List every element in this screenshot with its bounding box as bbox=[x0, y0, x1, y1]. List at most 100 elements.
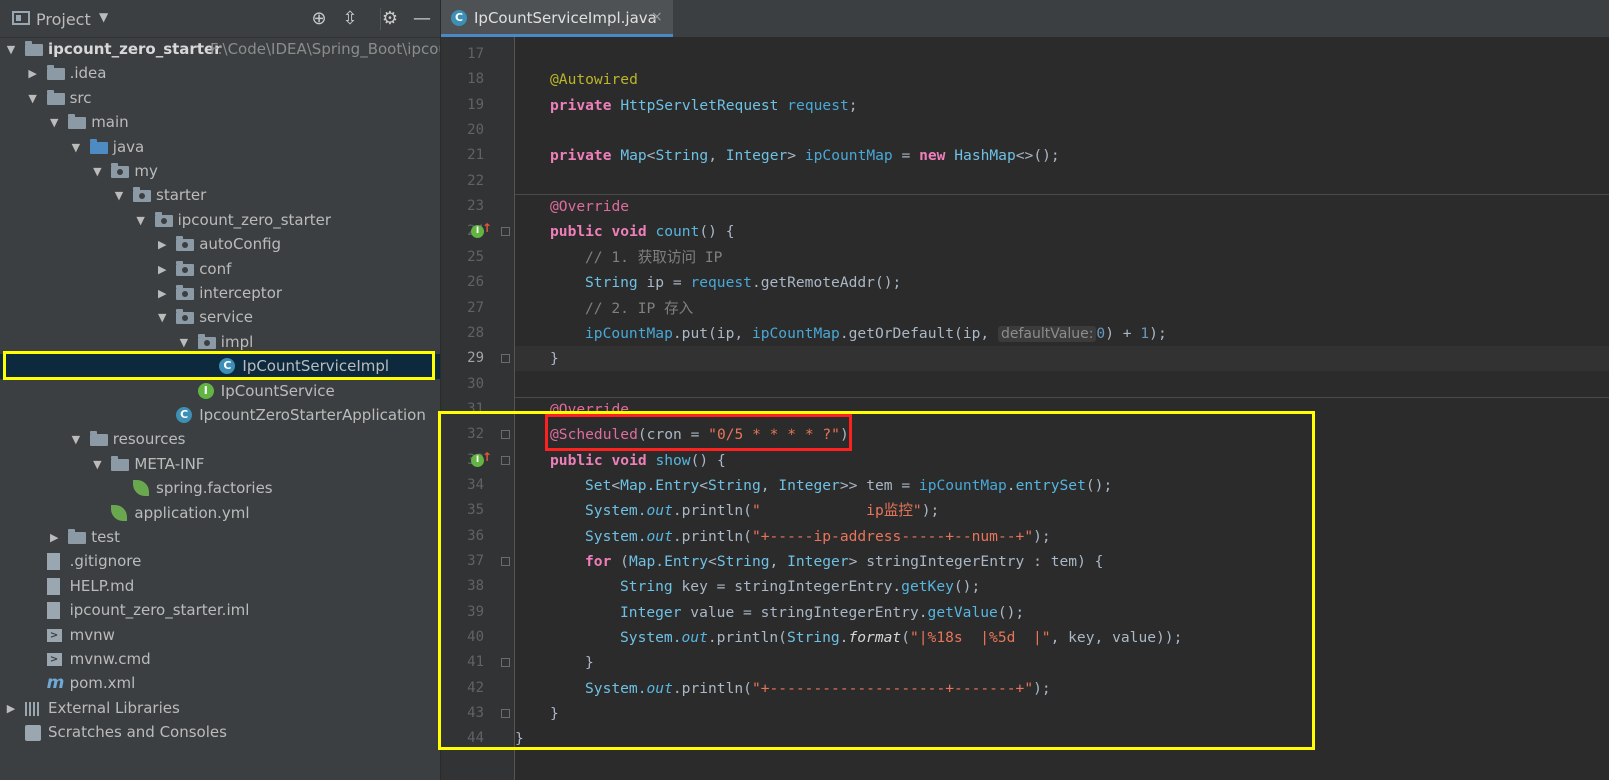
chevron-down-icon[interactable]: ▼ bbox=[69, 135, 83, 160]
code-line[interactable]: // 2. IP 存入 bbox=[515, 296, 693, 321]
tree-item[interactable]: ▶ test bbox=[0, 525, 450, 550]
code-token: } bbox=[550, 350, 559, 368]
chevron-down-icon[interactable]: ▼ bbox=[99, 10, 108, 24]
code-token: // 1. 获取访问 IP bbox=[585, 248, 723, 266]
chevron-down-icon[interactable]: ▼ bbox=[90, 159, 104, 184]
code-token: ipCountMap bbox=[585, 324, 673, 342]
package-icon bbox=[133, 187, 151, 203]
code-line[interactable]: } bbox=[515, 346, 1609, 372]
fold-marker-icon[interactable] bbox=[501, 227, 510, 237]
spring-icon bbox=[133, 480, 149, 497]
code-token: , bbox=[708, 147, 726, 165]
project-header: Project ▼ ⊕ ⇳ ⚙ — bbox=[0, 0, 450, 38]
tree-item-label: spring.factories bbox=[156, 479, 273, 498]
chevron-right-icon[interactable]: ▶ bbox=[155, 281, 169, 306]
tree-item[interactable]: ▶ .idea bbox=[0, 61, 450, 86]
parameter-hint: defaultValue: bbox=[997, 325, 1097, 342]
tree-item[interactable]: ▼ starter bbox=[0, 183, 450, 208]
project-title[interactable]: Project bbox=[36, 10, 91, 29]
tree-item[interactable]: .gitignore bbox=[0, 549, 450, 574]
tree-item-label: mvnw bbox=[69, 625, 115, 644]
chevron-down-icon[interactable]: ▼ bbox=[134, 208, 148, 233]
code-token: Integer bbox=[725, 147, 788, 165]
tree-item[interactable]: C IpcountZeroStarterApplication bbox=[0, 403, 450, 428]
terminal-icon: > bbox=[46, 653, 62, 666]
tree-item-label: .gitignore bbox=[69, 552, 142, 571]
tree-item[interactable]: > mvnw bbox=[0, 623, 450, 648]
tree-item[interactable]: ▼ META-INF bbox=[0, 452, 450, 477]
folder-icon bbox=[111, 455, 130, 471]
locate-icon[interactable]: ⊕ bbox=[308, 8, 330, 30]
code-line[interactable]: private Map<String, Integer> ipCountMap … bbox=[515, 143, 1060, 168]
tree-item[interactable]: ▼ ipcount_zero_starter bbox=[0, 208, 450, 233]
code-line[interactable]: // 1. 获取访问 IP bbox=[515, 245, 722, 270]
tree-item[interactable]: ▶ interceptor bbox=[0, 281, 450, 306]
chevron-right-icon[interactable]: ▶ bbox=[47, 525, 61, 550]
tree-item[interactable]: HELP.md bbox=[0, 574, 450, 599]
tree-item[interactable]: ▶ conf bbox=[0, 257, 450, 282]
tree-item-label: src bbox=[69, 88, 92, 107]
tree-item[interactable]: ▶ External Libraries bbox=[0, 696, 450, 721]
scratch-icon bbox=[25, 725, 41, 742]
code-token: public void bbox=[550, 223, 647, 241]
tree-item-label: pom.xml bbox=[69, 674, 136, 693]
iml-icon bbox=[46, 602, 60, 620]
tree-item[interactable]: > mvnw.cmd bbox=[0, 647, 450, 672]
tree-item-label: mvnw.cmd bbox=[69, 650, 151, 668]
source-folder-icon bbox=[89, 138, 108, 154]
resources-folder-icon bbox=[89, 431, 108, 447]
chevron-right-icon[interactable]: ▶ bbox=[155, 232, 169, 257]
file-icon bbox=[46, 553, 60, 571]
tree-item[interactable]: spring.factories bbox=[0, 476, 450, 501]
code-line[interactable]: private HttpServletRequest request; bbox=[515, 93, 858, 118]
tree-item[interactable]: ▼ java bbox=[0, 135, 450, 160]
tree-item[interactable]: ipcount_zero_starter.iml bbox=[0, 598, 450, 623]
tree-item-label: starter bbox=[156, 186, 207, 205]
line-number: 30 bbox=[467, 375, 484, 392]
line-number: 19 bbox=[467, 96, 484, 113]
package-icon bbox=[176, 236, 195, 252]
close-icon[interactable]: × bbox=[651, 9, 663, 25]
maven-icon: m bbox=[46, 673, 65, 694]
package-icon bbox=[176, 260, 195, 276]
tree-item[interactable]: ▼ ipcount_zero_starter F:\Code\IDEA\Spring… bbox=[0, 37, 450, 62]
chevron-down-icon[interactable]: ▼ bbox=[4, 37, 18, 62]
code-line[interactable]: public void count() { bbox=[515, 219, 735, 244]
code-line[interactable]: @Override bbox=[515, 194, 629, 219]
tree-item-label: conf bbox=[199, 259, 232, 278]
line-number: 29 bbox=[467, 350, 484, 367]
tree-item[interactable]: ▶ autoConfig bbox=[0, 232, 450, 257]
tree-item[interactable]: I IpCountService bbox=[0, 379, 450, 404]
code-line[interactable]: ipCountMap.put(ip, ipCountMap.getOrDefau… bbox=[515, 321, 1167, 346]
chevron-down-icon[interactable]: ▼ bbox=[47, 110, 61, 135]
collapse-icon[interactable]: ⇳ bbox=[339, 8, 361, 30]
module-folder-icon bbox=[25, 41, 43, 56]
chevron-down-icon[interactable]: ▼ bbox=[90, 452, 104, 477]
gear-icon[interactable]: ⚙ bbox=[379, 8, 401, 30]
chevron-right-icon[interactable]: ▶ bbox=[155, 257, 169, 282]
tree-item[interactable]: ▼ service bbox=[0, 305, 450, 330]
chevron-down-icon[interactable]: ▼ bbox=[69, 427, 83, 452]
tree-item[interactable]: ▼ resources bbox=[0, 427, 450, 452]
minimize-icon[interactable]: — bbox=[411, 8, 433, 30]
tree-item[interactable]: Scratches and Consoles bbox=[0, 720, 450, 745]
tree-item-label: META-INF bbox=[134, 454, 205, 473]
tree-item[interactable]: m pom.xml bbox=[0, 671, 450, 696]
tab-ipcountserviceimpl[interactable]: C IpCountServiceImpl.java × bbox=[441, 0, 673, 37]
tree-item[interactable]: application.yml bbox=[0, 501, 450, 526]
chevron-down-icon[interactable]: ▼ bbox=[155, 305, 169, 330]
chevron-right-icon[interactable]: ▶ bbox=[4, 696, 18, 721]
fold-marker-icon[interactable] bbox=[501, 354, 510, 364]
tree-item-label: application.yml bbox=[134, 503, 250, 522]
tree-item[interactable]: ▼ main bbox=[0, 110, 450, 135]
chevron-down-icon[interactable]: ▼ bbox=[112, 183, 126, 208]
tree-item-label: IpCountService bbox=[220, 381, 335, 400]
tree-item[interactable]: ▼ my bbox=[0, 159, 450, 184]
chevron-right-icon[interactable]: ▶ bbox=[26, 61, 40, 86]
chevron-down-icon[interactable]: ▼ bbox=[26, 86, 40, 111]
code-line[interactable]: @Autowired bbox=[515, 67, 638, 92]
code-line[interactable]: String ip = request.getRemoteAddr(); bbox=[515, 270, 901, 295]
tree-item[interactable]: ▼ src bbox=[0, 86, 450, 111]
